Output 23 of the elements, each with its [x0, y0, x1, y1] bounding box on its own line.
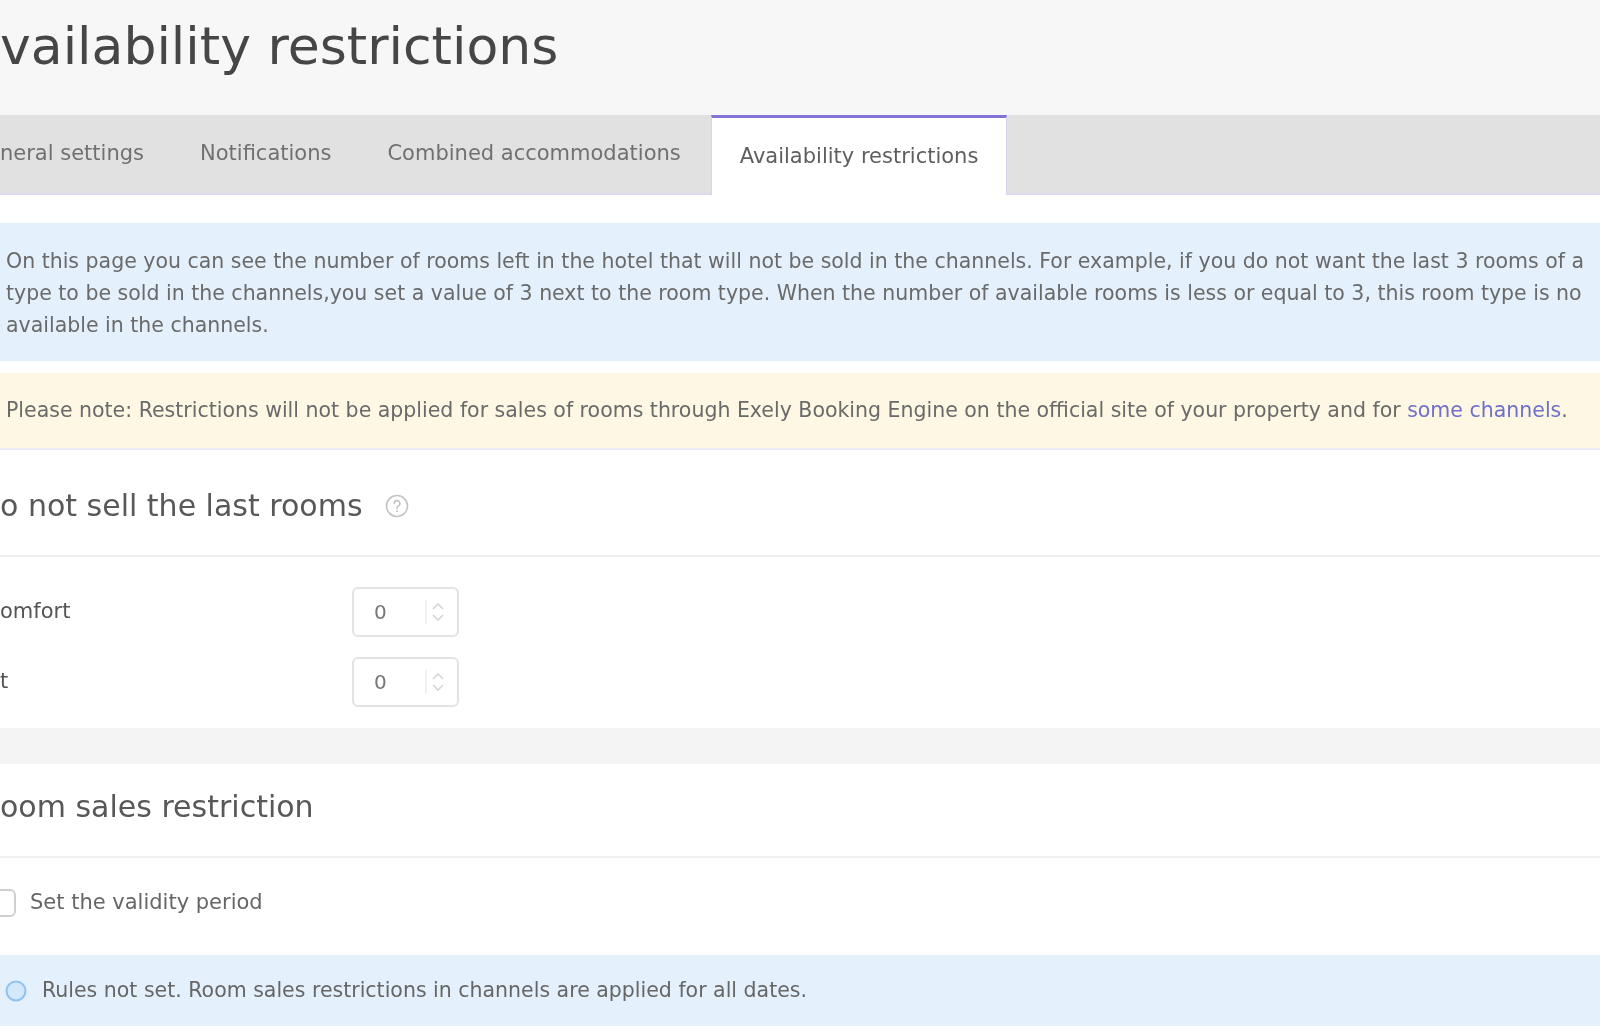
- tab[interactable]: neral settings: [0, 115, 172, 193]
- info-text: available in the channels.: [6, 312, 269, 339]
- channels-link[interactable]: some channels: [1407, 398, 1562, 423]
- info-text: type to be sold in the channels,you set a value of 3 next to the room type. When the number of available rooms is less or equal to 3, this room type is no: [6, 280, 1582, 307]
- info-text: Rules not set. Room sales restrictions in channels are applied for all dates.: [42, 977, 807, 1005]
- warning-text: Please note: Restrictions will not be applied for sales of rooms through Exely Booking Engine on the official site of your property and for some channels.: [6, 397, 1568, 425]
- info-text: On this page you can see the number of rooms left in the hotel that will not be sold in the channels. For example, if you do not want the last 3 rooms of a: [6, 248, 1585, 275]
- tab[interactable]: Notifications: [172, 115, 360, 193]
- tab[interactable]: Combined accommodations: [359, 115, 709, 193]
- page-title: vailability restrictions: [0, 16, 559, 76]
- info-icon: [5, 979, 27, 1002]
- checkbox-label: Set the validity period: [30, 889, 263, 917]
- help-icon: [384, 494, 409, 518]
- room-type-label: t: [0, 668, 10, 696]
- spinner-icon: [425, 669, 447, 695]
- number-field[interactable]: 0: [352, 587, 459, 637]
- section-title: o not sell the last rooms: [0, 487, 363, 525]
- room-type-label: omfort: [0, 598, 72, 626]
- number-field[interactable]: 0: [352, 657, 459, 707]
- checkbox[interactable]: [0, 889, 16, 917]
- tab[interactable]: Availability restrictions: [710, 115, 1008, 195]
- section-title: oom sales restriction: [0, 788, 314, 826]
- spinner-icon: [425, 599, 447, 625]
